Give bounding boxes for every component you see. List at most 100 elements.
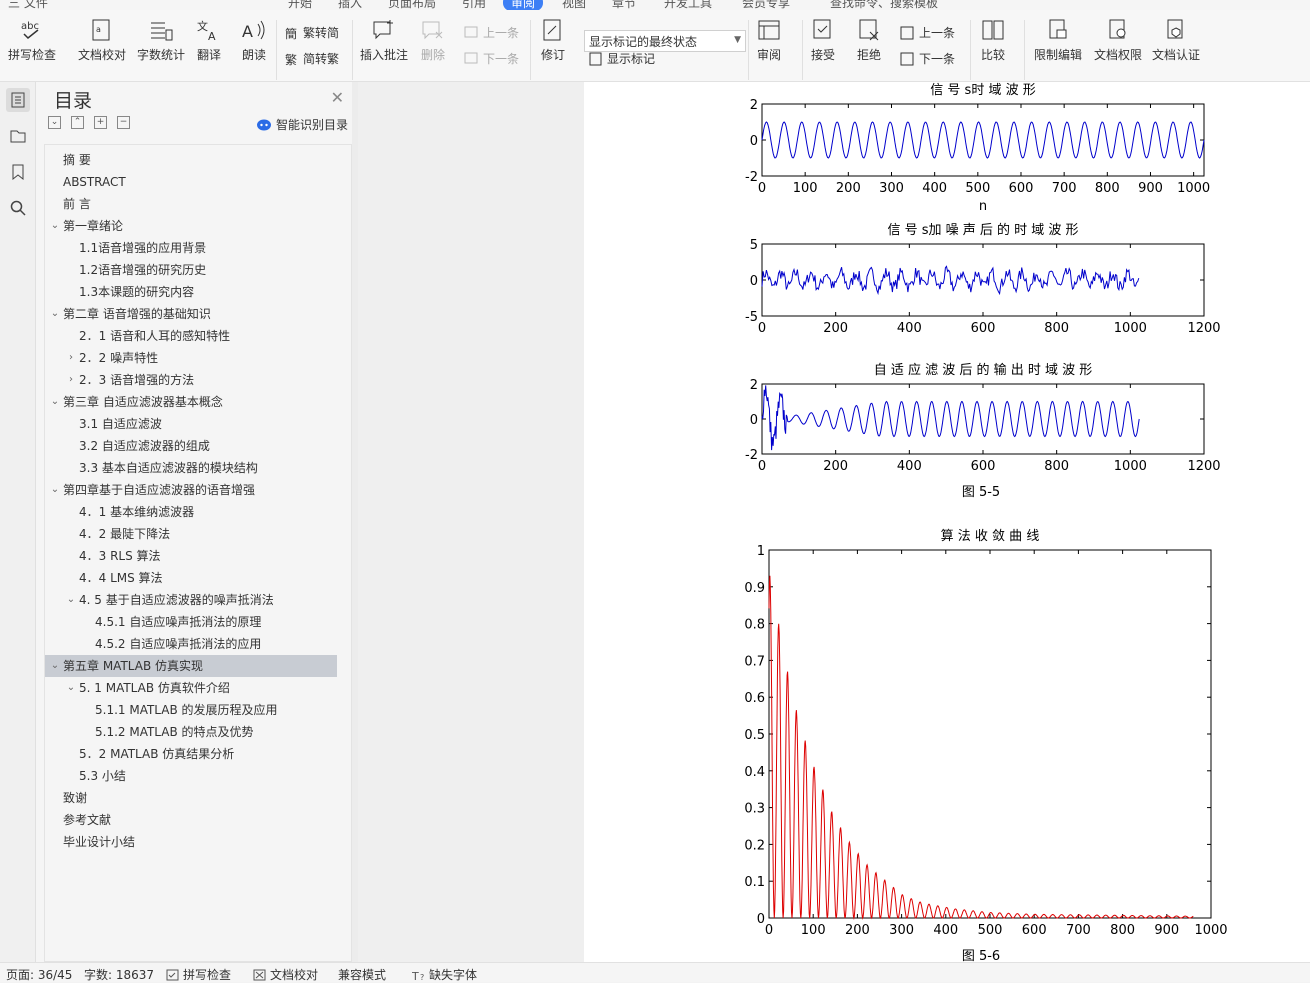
prev-change-button[interactable]: 上一条: [900, 24, 955, 41]
toc-item[interactable]: 3.2 自适应滤波器的组成: [45, 435, 337, 457]
prev-comment-button[interactable]: 上一条: [464, 24, 519, 41]
toc-item-label: 5．2 MATLAB 仿真结果分析: [79, 747, 235, 761]
chapter-nav-icon[interactable]: [6, 124, 30, 148]
toc-item[interactable]: 4.5.1 自适应噪声抵消法的原理: [45, 611, 337, 633]
toc-item[interactable]: ABSTRACT: [45, 171, 337, 193]
font-warning-icon: T?: [412, 970, 424, 981]
revise-button[interactable]: 修订: [540, 18, 566, 63]
toc-item[interactable]: › 2．3 语音增强的方法: [45, 369, 337, 391]
expand-all-icon[interactable]: ⌄: [48, 116, 61, 129]
toc-item[interactable]: 4．2 最陡下降法: [45, 523, 337, 545]
toc-item[interactable]: 前 言: [45, 193, 337, 215]
toc-item[interactable]: 4．3 RLS 算法: [45, 545, 337, 567]
next-comment-button[interactable]: 下一条: [464, 50, 519, 67]
toc-item[interactable]: 1.3本课题的研究内容: [45, 281, 337, 303]
collapse-all-icon[interactable]: ⌃: [71, 116, 84, 129]
accept-button[interactable]: 接受: [810, 18, 836, 63]
x-tick-label: 1000: [1114, 459, 1147, 474]
toc-item[interactable]: 5.1.2 MATLAB 的特点及优势: [45, 721, 337, 743]
toc-item[interactable]: 5.1.1 MATLAB 的发展历程及应用: [45, 699, 337, 721]
menu-insert[interactable]: 插入: [338, 0, 362, 10]
toc-item[interactable]: 3.1 自适应滤波: [45, 413, 337, 435]
toc-item[interactable]: 4.5.2 自适应噪声抵消法的应用: [45, 633, 337, 655]
toc-item[interactable]: ⌄ 第四章基于自适应滤波器的语音增强: [45, 479, 337, 501]
chevron-down-icon[interactable]: ⌄: [65, 677, 77, 699]
markup-state-select[interactable]: 显示标记的最终状态 ▼: [584, 30, 746, 52]
toc-item[interactable]: 5．2 MATLAB 仿真结果分析: [45, 743, 337, 765]
toc-item[interactable]: 摘 要: [45, 149, 337, 171]
search-icon[interactable]: [6, 196, 30, 220]
doc-proof-button[interactable]: a 文档校对: [78, 18, 126, 63]
insert-comment-button[interactable]: 插入批注: [360, 18, 408, 63]
add-heading-icon[interactable]: +: [94, 116, 107, 129]
menu-references[interactable]: 引用: [462, 0, 486, 10]
bookmark-icon[interactable]: [6, 160, 30, 184]
chevron-down-icon[interactable]: ⌄: [49, 391, 61, 413]
word-count-indicator[interactable]: 字数: 18637: [84, 966, 154, 983]
toc-item[interactable]: 参考文献: [45, 809, 337, 831]
toc-item[interactable]: › 2．2 噪声特性: [45, 347, 337, 369]
menu-review[interactable]: 审阅: [503, 0, 544, 10]
toc-item[interactable]: 毕业设计小结: [45, 831, 337, 853]
show-markup-button[interactable]: 显示标记: [588, 50, 655, 67]
toc-item[interactable]: 1.2语音增强的研究历史: [45, 259, 337, 281]
trad-to-simp-button[interactable]: 簡 繁转简: [284, 24, 339, 41]
x-tick-label: 800: [1044, 459, 1069, 474]
read-aloud-button[interactable]: A 朗读: [241, 18, 267, 63]
toc-item-label: 第一章绪论: [63, 219, 124, 233]
chevron-right-icon[interactable]: ›: [65, 369, 77, 391]
compare-button[interactable]: 比较: [980, 18, 1006, 63]
toc-item[interactable]: ⌄ 4. 5 基于自适应滤波器的噪声抵消法: [45, 589, 337, 611]
toc-item[interactable]: ⌄ 第二章 语音增强的基础知识: [45, 303, 337, 325]
toc-item[interactable]: 1.1语音增强的应用背景: [45, 237, 337, 259]
next-change-button[interactable]: 下一条: [900, 50, 955, 67]
simp-to-trad-icon: 繁: [285, 52, 297, 67]
toc-item[interactable]: 5.3 小结: [45, 765, 337, 787]
doc-permission-button[interactable]: 文档权限: [1094, 18, 1142, 63]
reject-icon: [859, 19, 879, 41]
toc-item[interactable]: ⌄ 第五章 MATLAB 仿真实现: [45, 655, 337, 677]
page-indicator[interactable]: 页面: 36/45: [6, 966, 72, 983]
translate-button[interactable]: 文A 翻译: [196, 18, 222, 63]
remove-heading-icon[interactable]: −: [117, 116, 130, 129]
x-tick-label: 1200: [1187, 459, 1220, 474]
toc-item[interactable]: 3.3 基本自适应滤波器的模块结构: [45, 457, 337, 479]
toc-item[interactable]: ⌄ 5. 1 MATLAB 仿真软件介绍: [45, 677, 337, 699]
spell-check-button[interactable]: abc 拼写检查: [8, 18, 56, 63]
toc-item[interactable]: 4．4 LMS 算法: [45, 567, 337, 589]
menu-member[interactable]: 会员专享: [742, 0, 790, 10]
chevron-down-icon[interactable]: ⌄: [49, 303, 61, 325]
menu-section[interactable]: 章节: [612, 0, 636, 10]
chevron-right-icon[interactable]: ›: [65, 347, 77, 369]
toc-item[interactable]: 2．1 语音和人耳的感知特性: [45, 325, 337, 347]
missing-font-indicator[interactable]: T? 缺失字体: [412, 966, 477, 983]
close-icon[interactable]: ✕: [331, 88, 344, 107]
restrict-edit-button[interactable]: 限制编辑: [1034, 18, 1082, 63]
menu-home[interactable]: 开始: [288, 0, 312, 10]
menu-search[interactable]: 查找命令、搜索模板: [830, 0, 938, 10]
review-pane-button[interactable]: 审阅: [756, 18, 782, 63]
menu-layout[interactable]: 页面布局: [388, 0, 436, 10]
toc-item[interactable]: 4．1 基本维纳滤波器: [45, 501, 337, 523]
status-doc-proof[interactable]: 文档校对: [253, 966, 318, 983]
menu-view[interactable]: 视图: [562, 0, 586, 10]
chevron-down-icon[interactable]: ⌄: [49, 215, 61, 237]
chevron-down-icon[interactable]: ⌄: [49, 479, 61, 501]
menu-developer[interactable]: 开发工具: [664, 0, 712, 10]
chevron-down-icon[interactable]: ⌄: [65, 589, 77, 611]
svg-text:T: T: [412, 970, 419, 981]
insert-comment-icon: [373, 20, 393, 40]
toc-item[interactable]: 致谢: [45, 787, 337, 809]
status-spell-check[interactable]: 拼写检查: [166, 966, 231, 983]
menu-file[interactable]: 三 文件: [8, 0, 48, 10]
chevron-down-icon[interactable]: ⌄: [49, 655, 61, 677]
toc-item[interactable]: ⌄ 第三章 自适应滤波器基本概念: [45, 391, 337, 413]
toc-icon[interactable]: [6, 88, 30, 112]
word-count-button[interactable]: 字数统计: [137, 18, 185, 63]
toc-item[interactable]: ⌄ 第一章绪论: [45, 215, 337, 237]
reject-button[interactable]: 拒绝: [856, 18, 882, 63]
delete-comment-button[interactable]: 删除: [420, 18, 446, 63]
smart-toc-button[interactable]: 智能识别目录: [256, 116, 348, 133]
simp-to-trad-button[interactable]: 繁 简转繁: [284, 50, 339, 67]
doc-certify-button[interactable]: 文档认证: [1152, 18, 1200, 63]
